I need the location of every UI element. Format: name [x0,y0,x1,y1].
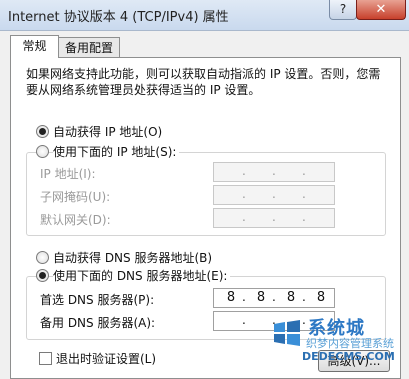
ip-address-label: IP 地址(I): [40,167,96,181]
preferred-dns-input[interactable]: 8 . 8 . 8 . 8 [213,288,335,308]
preferred-dns-octet-4: 8 [316,290,326,305]
watermark-subtitle: 织梦内容管理系统 [306,337,394,350]
manual-ip-label[interactable]: 使用下面的 IP 地址(S): [53,143,180,160]
preferred-dns-octet-2: 8 [256,290,266,305]
validate-on-exit-label[interactable]: 退出时验证设置(L) [56,350,156,367]
preferred-dns-label: 首选 DNS 服务器(P): [40,293,155,307]
auto-ip-label[interactable]: 自动获得 IP 地址(O) [53,123,162,140]
preferred-dns-octet-3: 8 [286,290,296,305]
preferred-dns-octet-1: 8 [226,290,236,305]
auto-dns-radio[interactable] [36,251,49,264]
windows-logo-icon [274,320,300,346]
default-gateway-label: 默认网关(D): [40,213,111,227]
ip-address-input[interactable]: ... [213,162,335,182]
window-title: Internet 协议版本 4 (TCP/IPv4) 属性 [8,10,229,25]
manual-dns-label[interactable]: 使用下面的 DNS 服务器地址(E): [53,267,231,284]
manual-dns-radio[interactable] [36,269,49,282]
subnet-mask-input[interactable]: ... [213,185,335,205]
description-text: 如果网络支持此功能，则可以获取自动指派的 IP 设置。否则，您需要从网络系统管理… [26,67,381,97]
default-gateway-input[interactable]: ... [213,208,335,228]
close-button[interactable]: ✕ [356,0,406,20]
manual-ip-radio[interactable] [36,145,49,158]
auto-ip-radio[interactable] [36,125,49,138]
alternate-dns-label: 备用 DNS 服务器(A): [40,316,156,330]
title-bar: Internet 协议版本 4 (TCP/IPv4) 属性 ? ✕ [0,0,409,31]
tab-general[interactable]: 常规 [10,35,59,58]
watermark: 系统城 织梦内容管理系统 DEDECMS.COM [250,314,409,365]
watermark-url: DEDECMS.COM [302,350,395,363]
validate-on-exit-checkbox[interactable] [39,352,52,365]
subnet-mask-label: 子网掩码(U): [40,190,111,204]
tab-alternate-config[interactable]: 备用配置 [58,37,120,58]
auto-dns-label[interactable]: 自动获得 DNS 服务器地址(B) [53,249,212,266]
help-button[interactable]: ? [329,0,357,20]
